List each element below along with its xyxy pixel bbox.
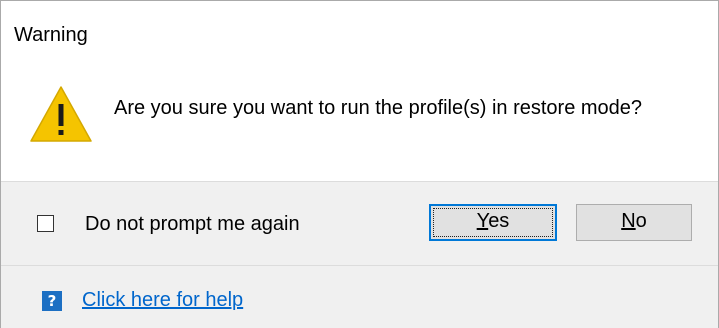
warning-icon bbox=[30, 86, 92, 142]
do-not-prompt-checkbox[interactable] bbox=[37, 215, 54, 232]
dialog-title: Warning bbox=[14, 24, 88, 46]
dialog-footer: Do not prompt me again Yes No ? Click he… bbox=[1, 181, 718, 328]
yes-button-label: Yes bbox=[477, 210, 510, 232]
do-not-prompt-label[interactable]: Do not prompt me again bbox=[85, 212, 300, 236]
yes-button[interactable]: Yes bbox=[429, 204, 557, 241]
yes-mnemonic: Y bbox=[476, 210, 489, 232]
no-label-rest: o bbox=[635, 210, 647, 232]
footer-divider bbox=[1, 265, 718, 266]
help-icon[interactable]: ? bbox=[42, 291, 62, 311]
no-button[interactable]: No bbox=[576, 204, 692, 241]
help-link[interactable]: Click here for help bbox=[82, 288, 243, 312]
yes-label-rest: es bbox=[488, 210, 510, 232]
dialog-message: Are you sure you want to run the profile… bbox=[114, 97, 643, 119]
no-mnemonic: N bbox=[621, 210, 636, 232]
no-button-label: No bbox=[621, 210, 647, 232]
warning-dialog: Warning Are you sure you want to run the… bbox=[0, 0, 719, 328]
